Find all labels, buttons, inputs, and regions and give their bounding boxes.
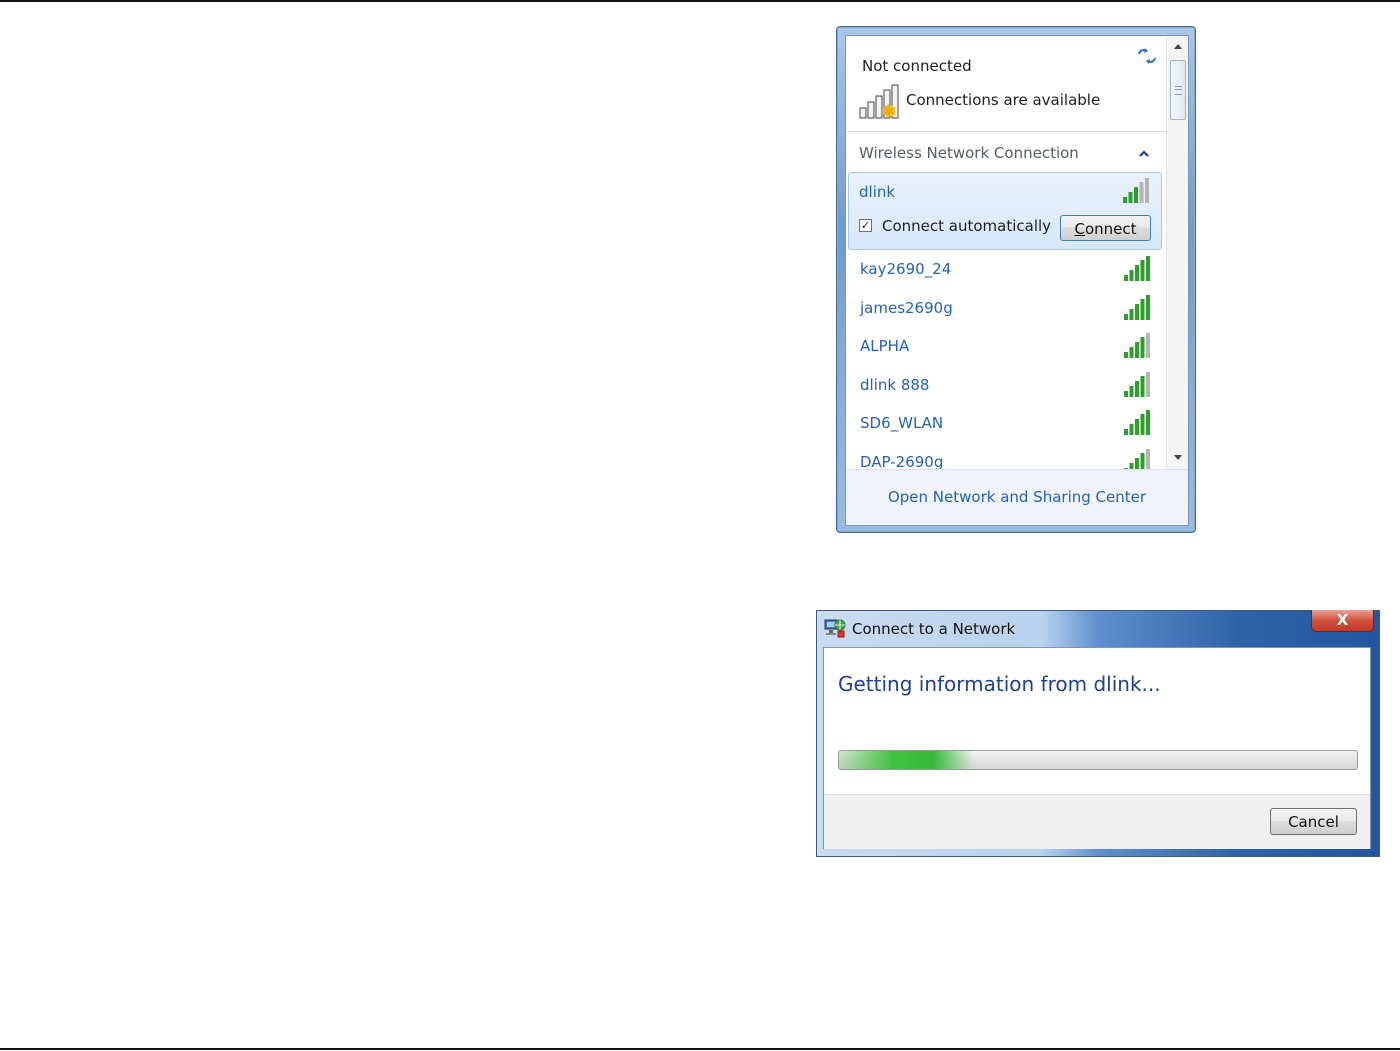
signal-bar bbox=[1134, 187, 1138, 203]
signal-bar bbox=[1140, 376, 1145, 397]
dialog-title: Connect to a Network bbox=[852, 620, 1016, 638]
signal-strength-icon bbox=[1124, 333, 1150, 358]
network-list-scrollbar[interactable] bbox=[1166, 36, 1188, 469]
top-rule bbox=[0, 0, 1400, 2]
flyout-panel: Not connected Connections are available … bbox=[845, 35, 1189, 526]
dialog-footer: Cancel bbox=[824, 794, 1370, 849]
connect-button-mnemonic: C bbox=[1074, 220, 1085, 238]
network-item[interactable]: dlink 888 bbox=[850, 367, 1162, 405]
scroll-up-arrow-icon[interactable] bbox=[1173, 42, 1183, 50]
signal-bar bbox=[1124, 391, 1128, 397]
signal-bar bbox=[1146, 449, 1150, 469]
bottom-rule bbox=[0, 1048, 1400, 1050]
signal-bar bbox=[1124, 314, 1128, 320]
signal-bar bbox=[1135, 381, 1139, 397]
signal-strength-icon bbox=[1124, 295, 1150, 320]
signal-bar bbox=[1140, 414, 1145, 435]
network-item[interactable]: ALPHA bbox=[850, 328, 1162, 366]
connect-button[interactable]: Connect bbox=[1060, 215, 1151, 241]
network-item[interactable]: DAP-2690g bbox=[850, 444, 1162, 469]
signal-bar bbox=[1129, 386, 1134, 397]
connect-automatically-label: Connect automatically bbox=[882, 217, 1052, 235]
signal-strength-icon bbox=[1124, 256, 1150, 281]
signal-bar bbox=[1124, 275, 1128, 281]
signal-bar bbox=[1135, 265, 1139, 281]
signal-bar bbox=[1145, 178, 1149, 203]
signal-bar bbox=[1124, 429, 1128, 435]
connection-status-text: Connections are available bbox=[906, 91, 1101, 109]
progress-bar-fill bbox=[839, 751, 974, 769]
network-name: dlink bbox=[859, 183, 896, 201]
connection-status-title: Not connected bbox=[862, 57, 972, 75]
dialog-body: Getting information from dlink... Cancel bbox=[823, 647, 1371, 849]
signal-bar bbox=[1129, 424, 1134, 435]
signal-bar bbox=[1140, 260, 1145, 281]
divider bbox=[846, 131, 1166, 132]
signal-bar bbox=[1135, 342, 1139, 358]
network-item[interactable]: kay2690_24 bbox=[850, 251, 1162, 289]
connect-button-label: onnect bbox=[1084, 220, 1137, 238]
signal-bar bbox=[1140, 299, 1145, 320]
signal-strength-icon bbox=[1124, 372, 1150, 397]
refresh-icon[interactable] bbox=[1136, 46, 1158, 66]
cancel-button[interactable]: Cancel bbox=[1270, 808, 1357, 835]
scroll-down-arrow-icon[interactable] bbox=[1173, 454, 1183, 462]
signal-bar bbox=[1129, 270, 1134, 281]
signal-bar bbox=[1135, 458, 1139, 469]
signal-bar bbox=[1128, 192, 1133, 203]
network-name: SD6_WLAN bbox=[860, 414, 944, 432]
network-flyout: Not connected Connections are available … bbox=[836, 26, 1196, 533]
signal-bar bbox=[1140, 337, 1145, 358]
thumb-grip-icon bbox=[1175, 86, 1182, 95]
network-item-selected[interactable]: dlink ✓ Connect automatically Connect bbox=[848, 172, 1162, 250]
network-list-area: Not connected Connections are available … bbox=[846, 36, 1166, 469]
signal-bar bbox=[1146, 256, 1150, 281]
network-name: ALPHA bbox=[860, 337, 910, 355]
open-network-sharing-center-link[interactable]: Open Network and Sharing Center bbox=[846, 488, 1188, 506]
signal-strength-icon bbox=[1124, 410, 1150, 435]
signal-bar bbox=[1146, 295, 1150, 320]
connect-automatically-checkbox[interactable]: ✓ bbox=[859, 219, 872, 232]
scroll-thumb[interactable] bbox=[1170, 60, 1186, 120]
signal-bar bbox=[1129, 309, 1134, 320]
signal-bar bbox=[1135, 304, 1139, 320]
network-computer-icon bbox=[824, 619, 846, 638]
signal-strength-icon bbox=[1124, 449, 1150, 469]
signal-strength-icon bbox=[1123, 178, 1149, 203]
network-item[interactable]: james2690g bbox=[850, 290, 1162, 328]
signal-bar bbox=[1146, 372, 1150, 397]
signal-bar bbox=[1140, 453, 1145, 469]
signal-bar bbox=[1123, 197, 1127, 203]
connect-dialog: Connect to a Network X Getting informati… bbox=[816, 610, 1380, 857]
signal-bar bbox=[1124, 352, 1128, 358]
chevron-up-icon[interactable] bbox=[1138, 148, 1150, 158]
network-status-icon bbox=[859, 84, 899, 119]
progress-bar bbox=[838, 750, 1358, 770]
signal-bar bbox=[1146, 410, 1150, 435]
network-name: dlink 888 bbox=[860, 376, 930, 394]
signal-bar bbox=[1135, 419, 1139, 435]
signal-bar bbox=[1129, 347, 1134, 358]
signal-bar bbox=[1146, 333, 1150, 358]
flyout-footer: Open Network and Sharing Center bbox=[846, 469, 1188, 525]
dialog-message: Getting information from dlink... bbox=[838, 672, 1161, 696]
network-name: DAP-2690g bbox=[860, 453, 944, 469]
signal-bar bbox=[1139, 182, 1144, 203]
network-name: james2690g bbox=[860, 299, 953, 317]
close-button[interactable]: X bbox=[1311, 610, 1374, 632]
section-header-wireless[interactable]: Wireless Network Connection bbox=[859, 144, 1079, 162]
network-item[interactable]: SD6_WLAN bbox=[850, 405, 1162, 443]
network-name: kay2690_24 bbox=[860, 260, 952, 278]
